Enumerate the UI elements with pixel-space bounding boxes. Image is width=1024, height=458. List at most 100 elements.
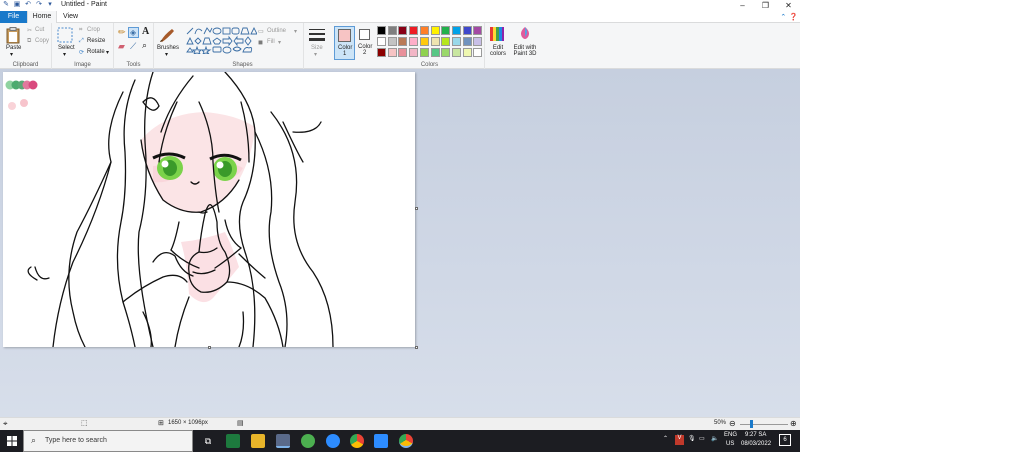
- undo-icon[interactable]: ↶: [24, 1, 32, 9]
- palette-color-swatch[interactable]: [377, 26, 386, 35]
- palette-color-swatch[interactable]: [398, 26, 408, 35]
- collapse-ribbon-icon[interactable]: ⌃: [780, 13, 786, 21]
- crop-icon[interactable]: ⌗: [79, 27, 82, 34]
- palette-color-swatch[interactable]: [462, 37, 472, 46]
- zoom-app-icon[interactable]: [374, 434, 388, 448]
- palette-color-swatch[interactable]: [462, 48, 472, 57]
- zoom-in-icon[interactable]: ⊕: [790, 419, 797, 428]
- crop-label[interactable]: Crop: [87, 27, 100, 33]
- help-icon[interactable]: ❓: [789, 13, 798, 21]
- resize-handle-bottom[interactable]: [208, 346, 211, 349]
- text-tool-icon[interactable]: A: [142, 26, 149, 37]
- clock-date[interactable]: 08/03/2022: [741, 441, 771, 447]
- zalo-icon[interactable]: [326, 434, 340, 448]
- volume-icon[interactable]: 🔈: [711, 435, 718, 442]
- palette-color-swatch[interactable]: [419, 37, 429, 46]
- brushes-icon[interactable]: [159, 27, 175, 43]
- palette-color-swatch[interactable]: [451, 37, 461, 46]
- resize-label[interactable]: Resize: [87, 38, 105, 44]
- customize-qat-icon[interactable]: ▾: [46, 1, 54, 9]
- palette-color-swatch[interactable]: [462, 26, 472, 35]
- palette-color-swatch[interactable]: [430, 37, 440, 46]
- paste-label[interactable]: Paste: [6, 45, 21, 51]
- tab-file[interactable]: File: [0, 11, 27, 23]
- notifications-icon[interactable]: 6: [779, 434, 791, 446]
- palette-color-swatch[interactable]: [387, 26, 397, 35]
- palette-color-swatch[interactable]: [473, 48, 483, 57]
- palette-color-swatch[interactable]: [398, 37, 408, 46]
- edit-colors-button[interactable]: Edit colors: [486, 26, 508, 62]
- fill-label[interactable]: Fill: [267, 39, 275, 45]
- taskbar-search-box[interactable]: ⌕ Type here to search: [23, 430, 193, 452]
- palette-color-swatch[interactable]: [387, 37, 397, 46]
- palette-color-swatch[interactable]: [441, 48, 451, 57]
- palette-color-swatch[interactable]: [387, 48, 397, 57]
- palette-color-swatch[interactable]: [409, 37, 419, 46]
- color-picker-icon[interactable]: ⟋: [130, 41, 136, 52]
- size-icon[interactable]: [309, 28, 325, 42]
- canvas-workspace[interactable]: [0, 69, 800, 417]
- network-icon[interactable]: ▭: [699, 435, 705, 442]
- zoom-slider[interactable]: [740, 424, 788, 425]
- tab-view[interactable]: View: [58, 11, 83, 23]
- region-code[interactable]: US: [726, 441, 734, 447]
- cut-icon[interactable]: ✂: [27, 27, 32, 34]
- chrome-icon[interactable]: [350, 434, 364, 448]
- palette-color-swatch[interactable]: [419, 26, 429, 35]
- palette-color-swatch[interactable]: [441, 26, 451, 35]
- rotate-label[interactable]: Rotate: [87, 49, 105, 55]
- palette-color-swatch[interactable]: [430, 26, 440, 35]
- palette-color-swatch[interactable]: [451, 26, 461, 35]
- resize-handle-corner[interactable]: [415, 346, 418, 349]
- check-app-icon[interactable]: [301, 434, 315, 448]
- palette-color-swatch[interactable]: [419, 48, 429, 57]
- outline-dropdown-icon[interactable]: ▾: [294, 28, 297, 35]
- zoom-slider-thumb[interactable]: [750, 420, 753, 428]
- outline-icon[interactable]: ▭: [258, 28, 264, 35]
- fill-dropdown-icon[interactable]: ▾: [278, 39, 281, 46]
- fill-icon[interactable]: ◼: [258, 39, 263, 46]
- zoom-out-icon[interactable]: ⊖: [729, 419, 736, 428]
- file-explorer-icon[interactable]: [251, 434, 265, 448]
- redo-icon[interactable]: ↷: [35, 1, 43, 9]
- rotate-dropdown-icon[interactable]: ▾: [106, 49, 109, 56]
- palette-color-swatch[interactable]: [377, 37, 386, 46]
- save-icon[interactable]: ▣: [13, 1, 21, 9]
- tab-home[interactable]: Home: [27, 11, 57, 23]
- palette-color-swatch[interactable]: [398, 48, 408, 57]
- brushes-dropdown-icon[interactable]: ▾: [165, 51, 168, 58]
- paint-taskbar-icon[interactable]: [276, 434, 290, 448]
- excel-icon[interactable]: [226, 434, 240, 448]
- palette-color-swatch[interactable]: [473, 26, 483, 35]
- rotate-icon[interactable]: ⟳: [79, 49, 84, 56]
- palette-color-swatch[interactable]: [409, 26, 419, 35]
- paste-dropdown-icon[interactable]: ▾: [10, 51, 13, 58]
- select-label[interactable]: Select: [58, 45, 75, 51]
- language-code[interactable]: ENG: [724, 432, 737, 438]
- cut-label[interactable]: Cut: [35, 27, 44, 33]
- size-dropdown-icon[interactable]: ▾: [314, 51, 317, 58]
- palette-color-swatch[interactable]: [430, 48, 440, 57]
- windows-start-icon[interactable]: [7, 436, 17, 446]
- color1-button[interactable]: Color 1: [334, 26, 355, 60]
- palette-color-swatch[interactable]: [441, 37, 451, 46]
- color2-button[interactable]: Color 2: [356, 26, 375, 60]
- magnifier-icon[interactable]: ⌕: [142, 40, 147, 51]
- pencil-icon[interactable]: ✏: [118, 27, 126, 38]
- select-dropdown-icon[interactable]: ▾: [63, 51, 66, 58]
- palette-color-swatch[interactable]: [451, 48, 461, 57]
- microphone-icon[interactable]: 🎙: [688, 435, 696, 442]
- antivirus-icon[interactable]: V: [675, 435, 684, 445]
- close-icon[interactable]: ✕: [777, 0, 800, 11]
- palette-color-swatch[interactable]: [473, 37, 483, 46]
- chrome-profile-icon[interactable]: [399, 434, 413, 448]
- outline-label[interactable]: Outline: [267, 28, 286, 34]
- eraser-icon[interactable]: ▰: [118, 41, 125, 52]
- paste-icon[interactable]: [6, 27, 20, 44]
- shapes-gallery[interactable]: [185, 26, 257, 54]
- task-view-icon[interactable]: ⧉: [201, 434, 215, 448]
- edit-with-paint3d-button[interactable]: Edit with Paint 3D: [511, 26, 539, 62]
- clock-time[interactable]: 9:27 SA: [745, 432, 766, 438]
- drawing-canvas[interactable]: [3, 72, 415, 347]
- palette-color-swatch[interactable]: [409, 48, 419, 57]
